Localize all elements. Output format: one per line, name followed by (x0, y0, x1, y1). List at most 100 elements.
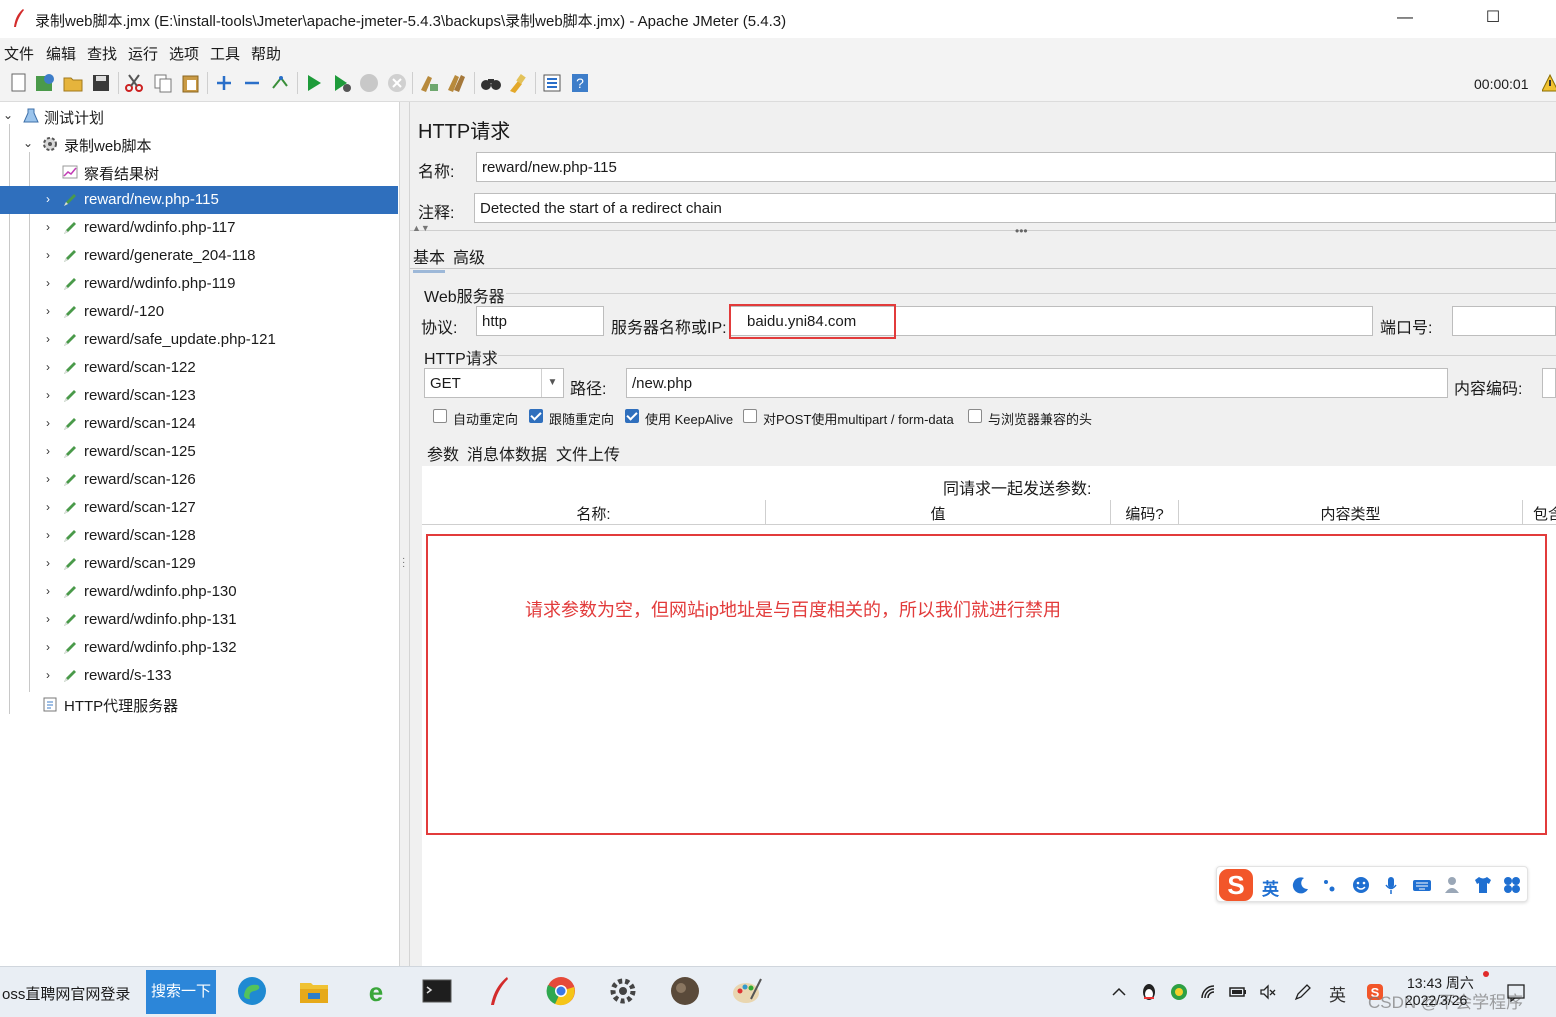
path-field[interactable]: /new.php (626, 368, 1448, 398)
chevron-right-icon[interactable]: › (42, 556, 54, 570)
chevron-right-icon[interactable]: › (42, 332, 54, 346)
tree-node-listener[interactable]: 察看结果树 (0, 158, 398, 186)
chevron-down-icon[interactable]: ⌄ (2, 108, 14, 122)
chevron-down-icon[interactable]: ⌄ (22, 136, 34, 150)
emoji-icon[interactable] (1351, 875, 1371, 895)
tree-node-sampler[interactable]: › reward/scan-128 (0, 522, 398, 550)
microphone-icon[interactable] (1381, 875, 1401, 895)
menu-help[interactable]: 帮助 (251, 43, 281, 64)
tree-node-sampler[interactable]: › reward/-120 (0, 298, 398, 326)
port-field[interactable] (1452, 306, 1556, 336)
name-field[interactable]: reward/new.php-115 (476, 152, 1556, 182)
paint-icon[interactable] (731, 975, 763, 1007)
wifi-icon[interactable] (1200, 983, 1218, 1001)
chevron-right-icon[interactable]: › (42, 192, 54, 206)
sogou-logo-icon[interactable]: S (1217, 867, 1255, 903)
search-icon[interactable] (480, 72, 502, 94)
menu-run[interactable]: 运行 (128, 43, 158, 64)
open-icon[interactable] (62, 72, 84, 94)
chevron-right-icon[interactable]: › (42, 416, 54, 430)
panel-splitter[interactable]: · · · (400, 102, 410, 966)
splitter-grip-icon[interactable]: · · · (402, 554, 405, 572)
battery-icon[interactable] (1229, 983, 1247, 1001)
column-header-include[interactable]: 包含 (1523, 500, 1556, 524)
qq-icon[interactable] (1140, 983, 1158, 1001)
tree-node-sampler[interactable]: › reward/scan-125 (0, 438, 398, 466)
column-header-encode[interactable]: 编码? (1111, 500, 1179, 524)
notification-center-icon[interactable] (1506, 982, 1526, 1002)
comment-field[interactable]: Detected the start of a redirect chain (474, 193, 1556, 223)
collapse-icon[interactable] (241, 72, 263, 94)
file-explorer-icon[interactable] (298, 975, 330, 1007)
keyboard-icon[interactable] (1412, 875, 1432, 895)
tree-node-sampler[interactable]: › reward/s-133 (0, 662, 398, 690)
tree-node-test-plan[interactable]: ⌄ 测试计划 (0, 102, 398, 130)
tree-node-proxy[interactable]: HTTP代理服务器 (0, 690, 398, 718)
chevron-right-icon[interactable]: › (42, 304, 54, 318)
start-no-pause-icon[interactable] (331, 72, 353, 94)
column-header-name[interactable]: 名称: (422, 500, 766, 524)
column-header-content-type[interactable]: 内容类型 (1179, 500, 1523, 524)
punctuation-icon[interactable] (1320, 875, 1340, 895)
start-icon[interactable] (303, 72, 325, 94)
photo-icon[interactable] (669, 975, 701, 1007)
chevron-up-icon[interactable] (1110, 983, 1128, 1001)
function-helper-icon[interactable] (541, 72, 563, 94)
checkbox-multipart[interactable] (743, 409, 757, 423)
drag-handle-icon[interactable]: ••• (1015, 224, 1028, 238)
chevron-right-icon[interactable]: › (42, 528, 54, 542)
apps-icon[interactable] (1502, 875, 1522, 895)
volume-mute-icon[interactable] (1259, 983, 1277, 1001)
chevron-right-icon[interactable]: › (42, 640, 54, 654)
checkbox-keepalive[interactable] (625, 409, 639, 423)
tree-node-sampler[interactable]: › reward/generate_204-118 (0, 242, 398, 270)
tree-node-thread-group[interactable]: ⌄ 录制web脚本 (0, 130, 398, 158)
tree-node-sampler[interactable]: › reward/scan-123 (0, 382, 398, 410)
tree-node-sampler[interactable]: › reward/scan-126 (0, 466, 398, 494)
checkbox-auto-redirect[interactable] (433, 409, 447, 423)
tree-node-sampler[interactable]: › reward/wdinfo.php-130 (0, 578, 398, 606)
tree-node-sampler[interactable]: › reward/new.php-115 (0, 186, 398, 214)
tree-node-sampler[interactable]: › reward/scan-127 (0, 494, 398, 522)
clock-time[interactable]: 13:43 周六 (1407, 973, 1474, 993)
chevron-right-icon[interactable]: › (42, 668, 54, 682)
menu-options[interactable]: 选项 (169, 43, 199, 64)
save-icon[interactable] (90, 72, 112, 94)
tree-node-sampler[interactable]: › reward/wdinfo.php-119 (0, 270, 398, 298)
tab-file-upload[interactable]: 文件上传 (556, 441, 620, 465)
toggle-icon[interactable] (269, 72, 291, 94)
clear-icon[interactable] (418, 72, 440, 94)
chevron-right-icon[interactable]: › (42, 612, 54, 626)
taskbar-search-input[interactable]: oss直聘网官网登录 (2, 983, 130, 1004)
chevron-right-icon[interactable]: › (42, 360, 54, 374)
ie-icon[interactable]: e (360, 975, 392, 1007)
tree-node-sampler[interactable]: › reward/wdinfo.php-132 (0, 634, 398, 662)
clock-date[interactable]: 2022/3/26 (1405, 992, 1467, 1008)
shirt-icon[interactable] (1473, 875, 1493, 895)
chevron-right-icon[interactable]: › (42, 584, 54, 598)
checkbox-browser-headers[interactable] (968, 409, 982, 423)
menu-file[interactable]: 文件 (4, 43, 34, 64)
taskbar-search-button[interactable]: 搜索一下 (146, 970, 216, 1014)
chrome-icon[interactable] (545, 975, 577, 1007)
chevron-right-icon[interactable]: › (42, 220, 54, 234)
chevron-down-icon[interactable]: ▼ (541, 369, 563, 397)
expand-icon[interactable] (213, 72, 235, 94)
stop-icon[interactable] (358, 72, 380, 94)
protocol-field[interactable]: http (476, 306, 604, 336)
tree-node-sampler[interactable]: › reward/scan-124 (0, 410, 398, 438)
checkbox-follow-redirects[interactable] (529, 409, 543, 423)
maximize-button[interactable]: ☐ (1470, 4, 1516, 34)
chevron-right-icon[interactable]: › (42, 472, 54, 486)
tab-body-data[interactable]: 消息体数据 (467, 441, 547, 465)
tree-node-sampler[interactable]: › reward/wdinfo.php-117 (0, 214, 398, 242)
paste-icon[interactable] (180, 72, 202, 94)
tree-node-sampler[interactable]: › reward/scan-129 (0, 550, 398, 578)
tree-node-sampler[interactable]: › reward/scan-122 (0, 354, 398, 382)
settings-icon[interactable] (607, 975, 639, 1007)
tab-advanced[interactable]: 高级 (453, 244, 485, 268)
terminal-icon[interactable] (421, 975, 453, 1007)
encoding-field[interactable] (1542, 368, 1556, 398)
minimize-button[interactable]: — (1382, 4, 1428, 34)
edge-icon[interactable] (236, 975, 268, 1007)
